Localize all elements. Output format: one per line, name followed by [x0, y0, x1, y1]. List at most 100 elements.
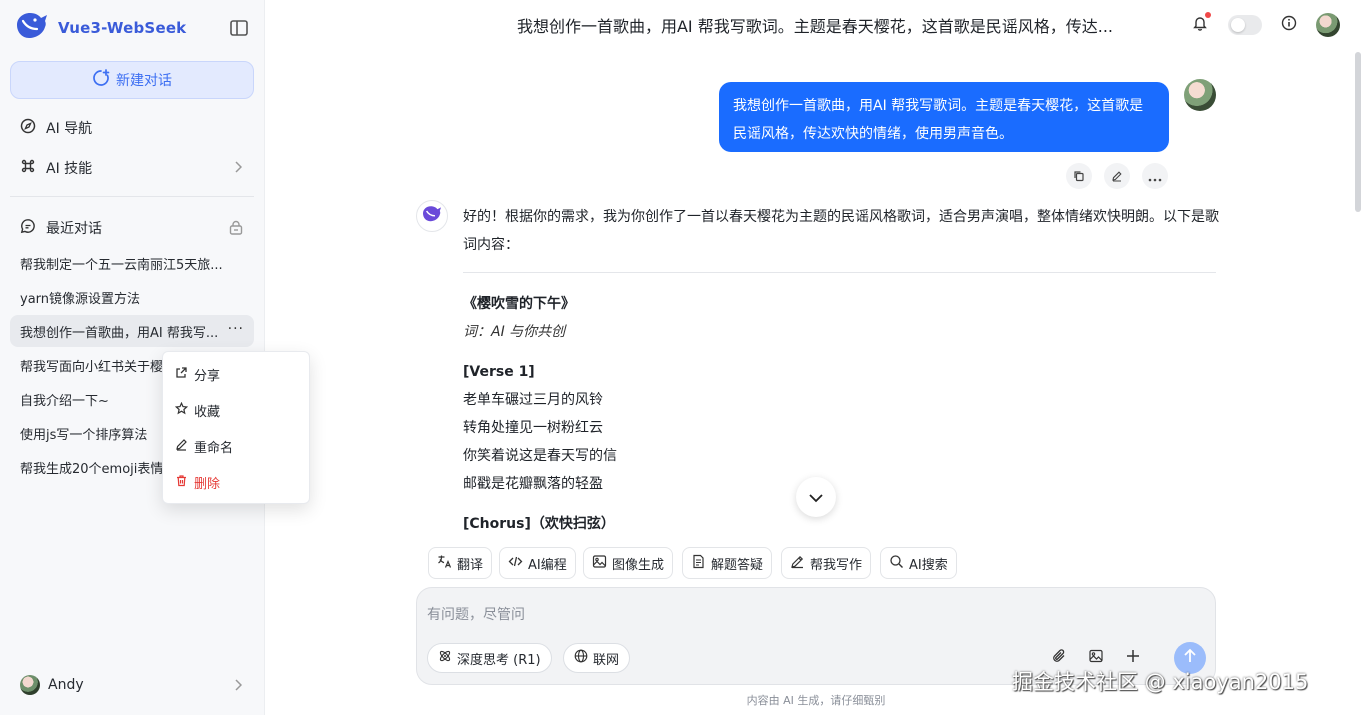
translate-icon: [437, 554, 452, 573]
copy-icon: [1073, 167, 1085, 186]
user-name: Andy: [48, 677, 84, 693]
quick-action-solve[interactable]: 解题答疑: [682, 547, 773, 579]
star-icon: [174, 401, 189, 419]
quick-action-translate[interactable]: 翻译: [428, 547, 493, 579]
command-icon: [20, 158, 36, 178]
conversation-label: 帮我生成20个emoji表情: [20, 461, 164, 477]
conversation-label: 帮我制定一个五一云南丽江5天旅...: [20, 257, 223, 273]
conversation-label: 自我介绍一下~: [20, 393, 109, 409]
brand[interactable]: Vue3-WebSeek: [14, 12, 186, 44]
chip-label: 翻译: [457, 557, 484, 573]
globe-icon: [574, 649, 588, 667]
paperclip-icon: [1051, 648, 1067, 668]
conversation-item[interactable]: 帮我制定一个五一云南丽江5天旅...: [10, 247, 254, 279]
song-lyricist: 词：AI 与你共创: [463, 324, 566, 340]
chat-bubble-icon: [20, 218, 36, 238]
more-options-icon[interactable]: ···: [228, 321, 244, 337]
chevron-right-icon: [234, 679, 243, 695]
quick-action-image[interactable]: 图像生成: [583, 547, 674, 579]
header-avatar[interactable]: [1316, 13, 1340, 37]
attach-button[interactable]: [1049, 648, 1069, 668]
menu-item-share[interactable]: 分享: [163, 356, 309, 392]
copy-button[interactable]: [1066, 163, 1092, 189]
page-title: 我想创作一首歌曲，用AI 帮我写歌词。主题是春天樱花，这首歌是民谣风格，传达..…: [516, 17, 1113, 36]
menu-item-label: 收藏: [194, 404, 221, 420]
notification-dot: [1205, 12, 1211, 18]
quick-action-search[interactable]: AI搜索: [880, 547, 957, 579]
archive-icon[interactable]: [228, 220, 244, 240]
atom-icon: [438, 649, 452, 667]
info-button[interactable]: [1276, 12, 1302, 38]
conversation-label: 帮我写面向小红书关于樱: [20, 359, 164, 375]
share-icon: [175, 366, 188, 383]
whale-logo-icon: [421, 205, 443, 227]
chat-scrollbar[interactable]: [1355, 52, 1361, 212]
new-chat-label: 新建对话: [116, 73, 172, 89]
response-divider: [463, 272, 1216, 273]
deep-think-label: 深度思考 (R1): [457, 652, 541, 668]
notification-button[interactable]: [1187, 12, 1213, 38]
web-search-toggle[interactable]: 联网: [563, 643, 631, 673]
web-search-label: 联网: [593, 652, 620, 668]
user-profile[interactable]: Andy: [10, 670, 254, 700]
theme-toggle[interactable]: [1228, 15, 1262, 35]
new-chat-button[interactable]: 新建对话: [10, 61, 254, 99]
chorus-note: （欢快扫弦）: [530, 516, 615, 532]
search-icon: [889, 554, 904, 573]
quick-action-coding[interactable]: AI编程: [499, 547, 576, 579]
menu-item-delete[interactable]: 删除: [163, 464, 309, 500]
sidebar-item-ai-nav[interactable]: AI 导航: [10, 110, 254, 146]
quick-action-writing[interactable]: 帮我写作: [781, 547, 872, 579]
edit-button[interactable]: [1104, 163, 1130, 189]
conversation-label: yarn镜像源设置方法: [20, 291, 141, 307]
image-icon: [1088, 648, 1104, 668]
toggle-knob: [1231, 18, 1245, 32]
plus-icon: [1125, 648, 1141, 668]
conversation-item-active[interactable]: 我想创作一首歌曲，用AI 帮我写... ···: [10, 315, 254, 347]
menu-item-label: 重命名: [194, 440, 234, 456]
recent-conversations-header: 最近对话: [10, 214, 254, 242]
more-actions-button[interactable]: [1142, 163, 1168, 189]
chip-label: 图像生成: [612, 557, 665, 573]
add-button[interactable]: [1123, 648, 1143, 668]
lyric-line: 老单车碾过三月的风铃: [463, 392, 603, 408]
lyric-line: 你笑着说这是春天写的信: [463, 448, 617, 464]
scroll-to-bottom-button[interactable]: [796, 477, 836, 517]
menu-item-rename[interactable]: 重命名: [163, 428, 309, 464]
whale-logo-icon: [14, 11, 50, 45]
upload-image-button[interactable]: [1086, 648, 1106, 668]
avatar: [20, 675, 40, 695]
ai-response-intro: 好的！根据你的需求，我为你创作了一首以春天樱花为主题的民谣风格歌词，适合男声演唱…: [463, 209, 1219, 253]
brand-name: Vue3-WebSeek: [58, 19, 187, 37]
conversation-item[interactable]: yarn镜像源设置方法: [10, 281, 254, 313]
info-icon: [1281, 15, 1297, 35]
watermark: 掘金技术社区 @ xiaoyan2015: [1012, 670, 1309, 694]
recent-title: 最近对话: [46, 221, 102, 237]
chip-label: AI搜索: [909, 557, 948, 573]
pencil-icon: [175, 438, 188, 455]
chevron-right-icon: [234, 161, 243, 177]
user-avatar: [1184, 79, 1216, 111]
lyric-line: 邮戳是花瓣飘落的轻盈: [463, 476, 603, 492]
chip-label: AI编程: [528, 557, 567, 573]
image-icon: [592, 554, 607, 573]
lyric-line: 转角处撞见一树粉红云: [463, 420, 603, 436]
trash-icon: [175, 474, 188, 491]
conversation-label: 使用js写一个排序算法: [20, 427, 148, 443]
chorus-label-text: [Chorus]: [463, 516, 531, 532]
verse-label: [Verse 1]: [463, 364, 535, 380]
pen-icon: [790, 554, 805, 573]
ai-avatar: [416, 200, 448, 232]
sidebar-item-ai-skills[interactable]: AI 技能: [10, 150, 254, 186]
menu-item-label: 删除: [194, 476, 221, 492]
sidebar-divider: [10, 196, 254, 197]
chat-input[interactable]: 有问题，尽管问: [427, 604, 525, 624]
user-message-bubble: 我想创作一首歌曲，用AI 帮我写歌词。主题是春天樱花，这首歌是民谣风格，传达欢快…: [719, 82, 1169, 152]
ellipsis-icon: [1148, 167, 1162, 186]
conversation-context-menu: 分享 收藏 重命名 删除: [162, 351, 310, 504]
sidebar-collapse-icon[interactable]: [229, 19, 249, 37]
menu-item-favorite[interactable]: 收藏: [163, 392, 309, 428]
deep-think-toggle[interactable]: 深度思考 (R1): [427, 643, 552, 673]
chorus-label: [Chorus]（欢快扫弦）: [463, 510, 1223, 538]
conversation-label: 我想创作一首歌曲，用AI 帮我写...: [20, 325, 219, 341]
